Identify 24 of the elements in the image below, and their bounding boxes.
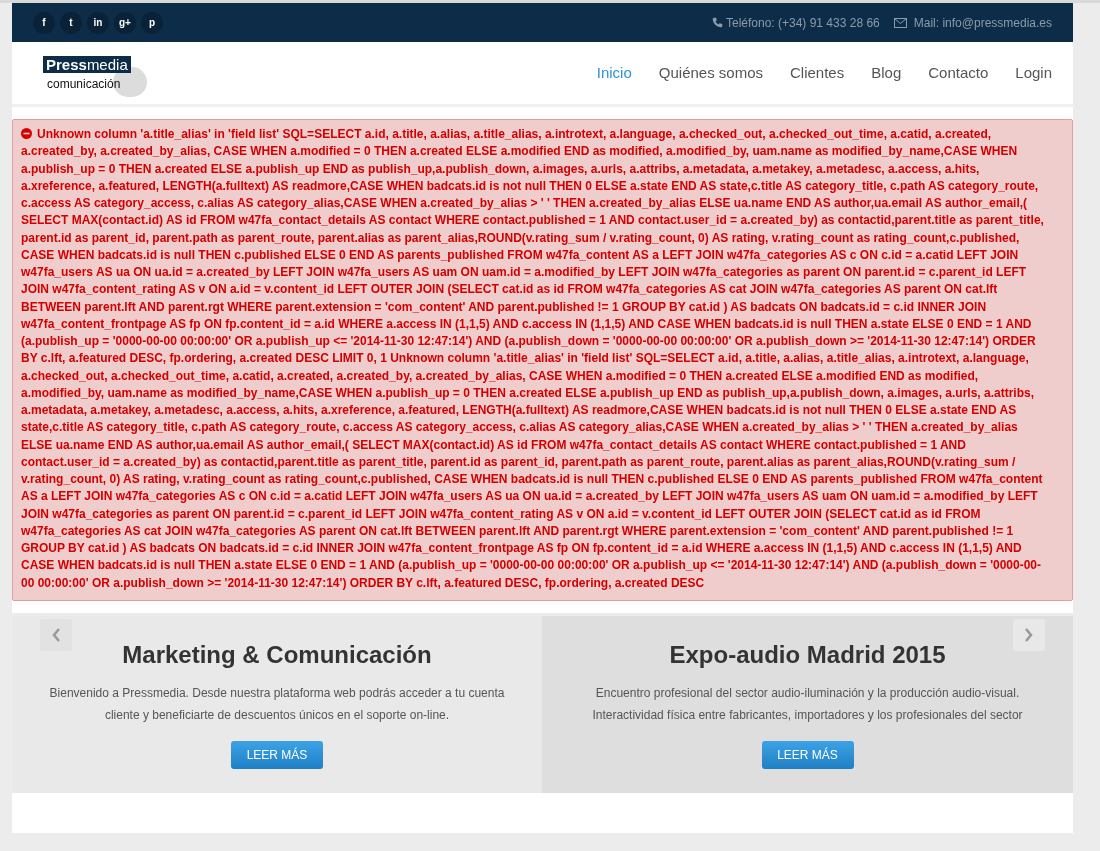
nav-link[interactable]: Contacto <box>928 61 989 85</box>
slide-title: Expo-audio Madrid 2015 <box>669 639 946 670</box>
minus-circle-icon <box>21 128 32 139</box>
social-link[interactable]: g+ <box>114 11 136 34</box>
slide-description: Bienvenido a Pressmedia. Desde nuestra plataforma web podrás acceder a tu cuenta cliente y beneficiarte de descuentos únicos en el soporte on-line. <box>48 684 506 724</box>
social-link[interactable]: f <box>33 11 55 34</box>
slide-description: Encuentro profesional del sector audio-iluminación y la producción audio-visual. Interactividad física entre fabricantes, importadores y los profesionales del sector <box>591 684 1024 724</box>
previous-slide-button[interactable] <box>40 618 72 651</box>
social-link[interactable]: in <box>87 11 109 34</box>
envelope-icon <box>893 17 907 28</box>
mail-address: Mail: info@pressmedia.es <box>913 14 1052 32</box>
chevron-left-icon <box>51 626 61 643</box>
error-message: Unknown column 'a.title_alias' in 'field list' SQL=SELECT a.id, a.title, a.alias, a.title_alias, a.introtext, a.language, a.checked_out, a.checked_out_time, a.catid, a.created, a.created_by, a.created_by_alias, CASE WHEN a.modified = 0 THEN a.created ELSE a.modified END as modified, a.modified_by, uam.name as modified_by_name,CASE WHEN a.publish_up = 0 THEN a.created ELSE a.publish_up END as publish_up,a.publish_down, a.images, a.urls, a.attribs, a.metadata, a.metakey, a.metadesc, a.access, a.hits, a.xreference, a.featured, LENGTH(a.fulltext) AS readmore,CASE WHEN badcats.id is not null THEN 0 ELSE a.state END AS state,c.title AS category_title, c.path AS category_route, c.access AS category_access, c.alias AS category_alias,CASE WHEN a.created_by_alias > ' ' THEN a.created_by_alias ELSE ua.name END AS author,ua.email AS author_email,( SELECT MAX(contact.id) AS id FROM w47fa_contact_details AS contact WHERE contact.published = 1 AND contact.user_id = a.created_by) as contactid,parent.title as parent_title, parent.id as parent_id, parent.path as parent_route, parent.alias as parent_alias,ROUND(v.rating_sum / v.rating_count, 0) AS rating, v.rating_count as rating_count,c.published, CASE WHEN badcats.id is null THEN c.published ELSE 0 END AS parents_published FROM w47fa_content AS a LEFT JOIN w47fa_categories AS c ON c.id = a.catid LEFT JOIN w47fa_users AS ua ON ua.id = a.created_by LEFT JOIN w47fa_users AS uam ON uam.id = a.modified_by LEFT JOIN w47fa_categories as parent ON parent.id = c.parent_id LEFT JOIN w47fa_content_rating AS v ON a.id = v.content_id LEFT OUTER JOIN (SELECT cat.id as id FROM w47fa_categories AS cat JOIN w47fa_categories AS parent ON cat.lft BETWEEN parent.lft AND parent.rgt WHERE parent.extension = 'com_content' AND parent.published != 1 GROUP BY cat.id ) AS badcats ON badcats.id = c.id INNER JOIN w47fa_content_frontpage AS fp ON fp.content_id = a.id WHERE a.access IN (1,1,5) AND c.access IN (1,1,5) AND CASE WHEN badcats.id is null THEN a.state ELSE 0 END = 1 AND (a.publish_up = '0000-00-00 00:00:00' OR a.publish_up <= '2014-11-30 12:47:14') AND (a.publish_down = '0000-00-00 00:00:00' OR a.publish_down >= '2014-11-30 12:47:14') ORDER BY c.lft, a.featured DESC, fp.ordering, a.created DESC LIMIT 0, 1 Unknown column 'a.title_alias' in 'field list' SQL=SELECT a.id, a.title, a.alias, a.title_alias, a.introtext, a.language, a.checked_out, a.checked_out_time, a.catid, a.created, a.created_by, a.created_by_alias, CASE WHEN a.modified = 0 THEN a.created ELSE a.modified END as modified, a.modified_by, uam.name as modified_by_name,CASE WHEN a.publish_up = 0 THEN a.created ELSE a.publish_up END as publish_up,a.publish_down, a.images, a.urls, a.attribs, a.metadata, a.metakey, a.metadesc, a.access, a.hits, a.xreference, a.featured, LENGTH(a.fulltext) AS readmore,CASE WHEN badcats.id is not null THEN 0 ELSE a.state END AS state,c.title AS category_title, c.path AS category_route, c.access AS category_access, c.alias AS category_alias,CASE WHEN a.created_by_alias > ' ' THEN a.created_by_alias ELSE ua.name END AS author,ua.email AS author_email,( SELECT MAX(contact.id) AS id FROM w47fa_contact_details AS contact WHERE contact.published = 1 AND contact.user_id = a.created_by) as contactid,parent.title as parent_title, parent.id as parent_id, parent.path as parent_route, parent.alias as parent_alias,ROUND(v.rating_sum / v.rating_count, 0) AS rating, v.rating_count as rating_count,c.published, CASE WHEN badcats.id is null THEN c.published ELSE 0 END AS parents_published FROM w47fa_content AS a LEFT JOIN w47fa_categories AS c ON c.id = a.catid LEFT JOIN w47fa_users AS ua ON ua.id = a.created_by LEFT JOIN w47fa_users AS uam ON uam.id = a.modified_by LEFT JOIN w47fa_categories as parent ON parent.id = c.parent_id LEFT JOIN w47fa_content_rating AS v ON a.id = v.content_id LEFT OUTER JOIN (SELECT cat.id as id FROM w47fa_categories AS cat JOIN w47fa_categories AS parent ON cat.lft BETWEEN parent.lft AND parent.rgt WHERE parent.extension = 'com_content' AND parent.published != 1 GROUP BY cat.id ) AS badcats ON badcats.id = c.id INNER JOIN w47fa_content_frontpage AS fp ON fp.content_id = a.id WHERE a.access IN (1,1,5) AND c.access IN (1,1,5) AND CASE WHEN badcats.id is null THEN a.state ELSE 0 END = 1 AND (a.publish_up = '0000-00-00 00:00:00' OR a.publish_up <= '2014-11-30 12:47:14') AND (a.publish_down = '0000-00-00 00:00:00' OR a.publish_down >= '2014-11-30 12:47:14') ORDER BY c.lft, a.featured DESC, fp.ordering, a.created DESC <box>21 126 1045 592</box>
slide-title: Marketing & Comunicación <box>122 639 432 670</box>
phone-icon <box>711 17 723 28</box>
phone-number: Teléfono: (+34) 91 433 28 66 <box>725 14 880 32</box>
chevron-right-icon <box>1024 626 1034 643</box>
social-link[interactable]: t <box>60 11 82 34</box>
social-link[interactable]: p <box>141 11 163 34</box>
nav-link[interactable]: Login <box>1015 61 1052 85</box>
next-slide-button[interactable] <box>1013 618 1045 651</box>
nav-link[interactable]: Clientes <box>790 61 845 85</box>
nav-link[interactable]: Blog <box>871 61 902 85</box>
nav-link[interactable]: Quiénes somos <box>658 61 763 85</box>
